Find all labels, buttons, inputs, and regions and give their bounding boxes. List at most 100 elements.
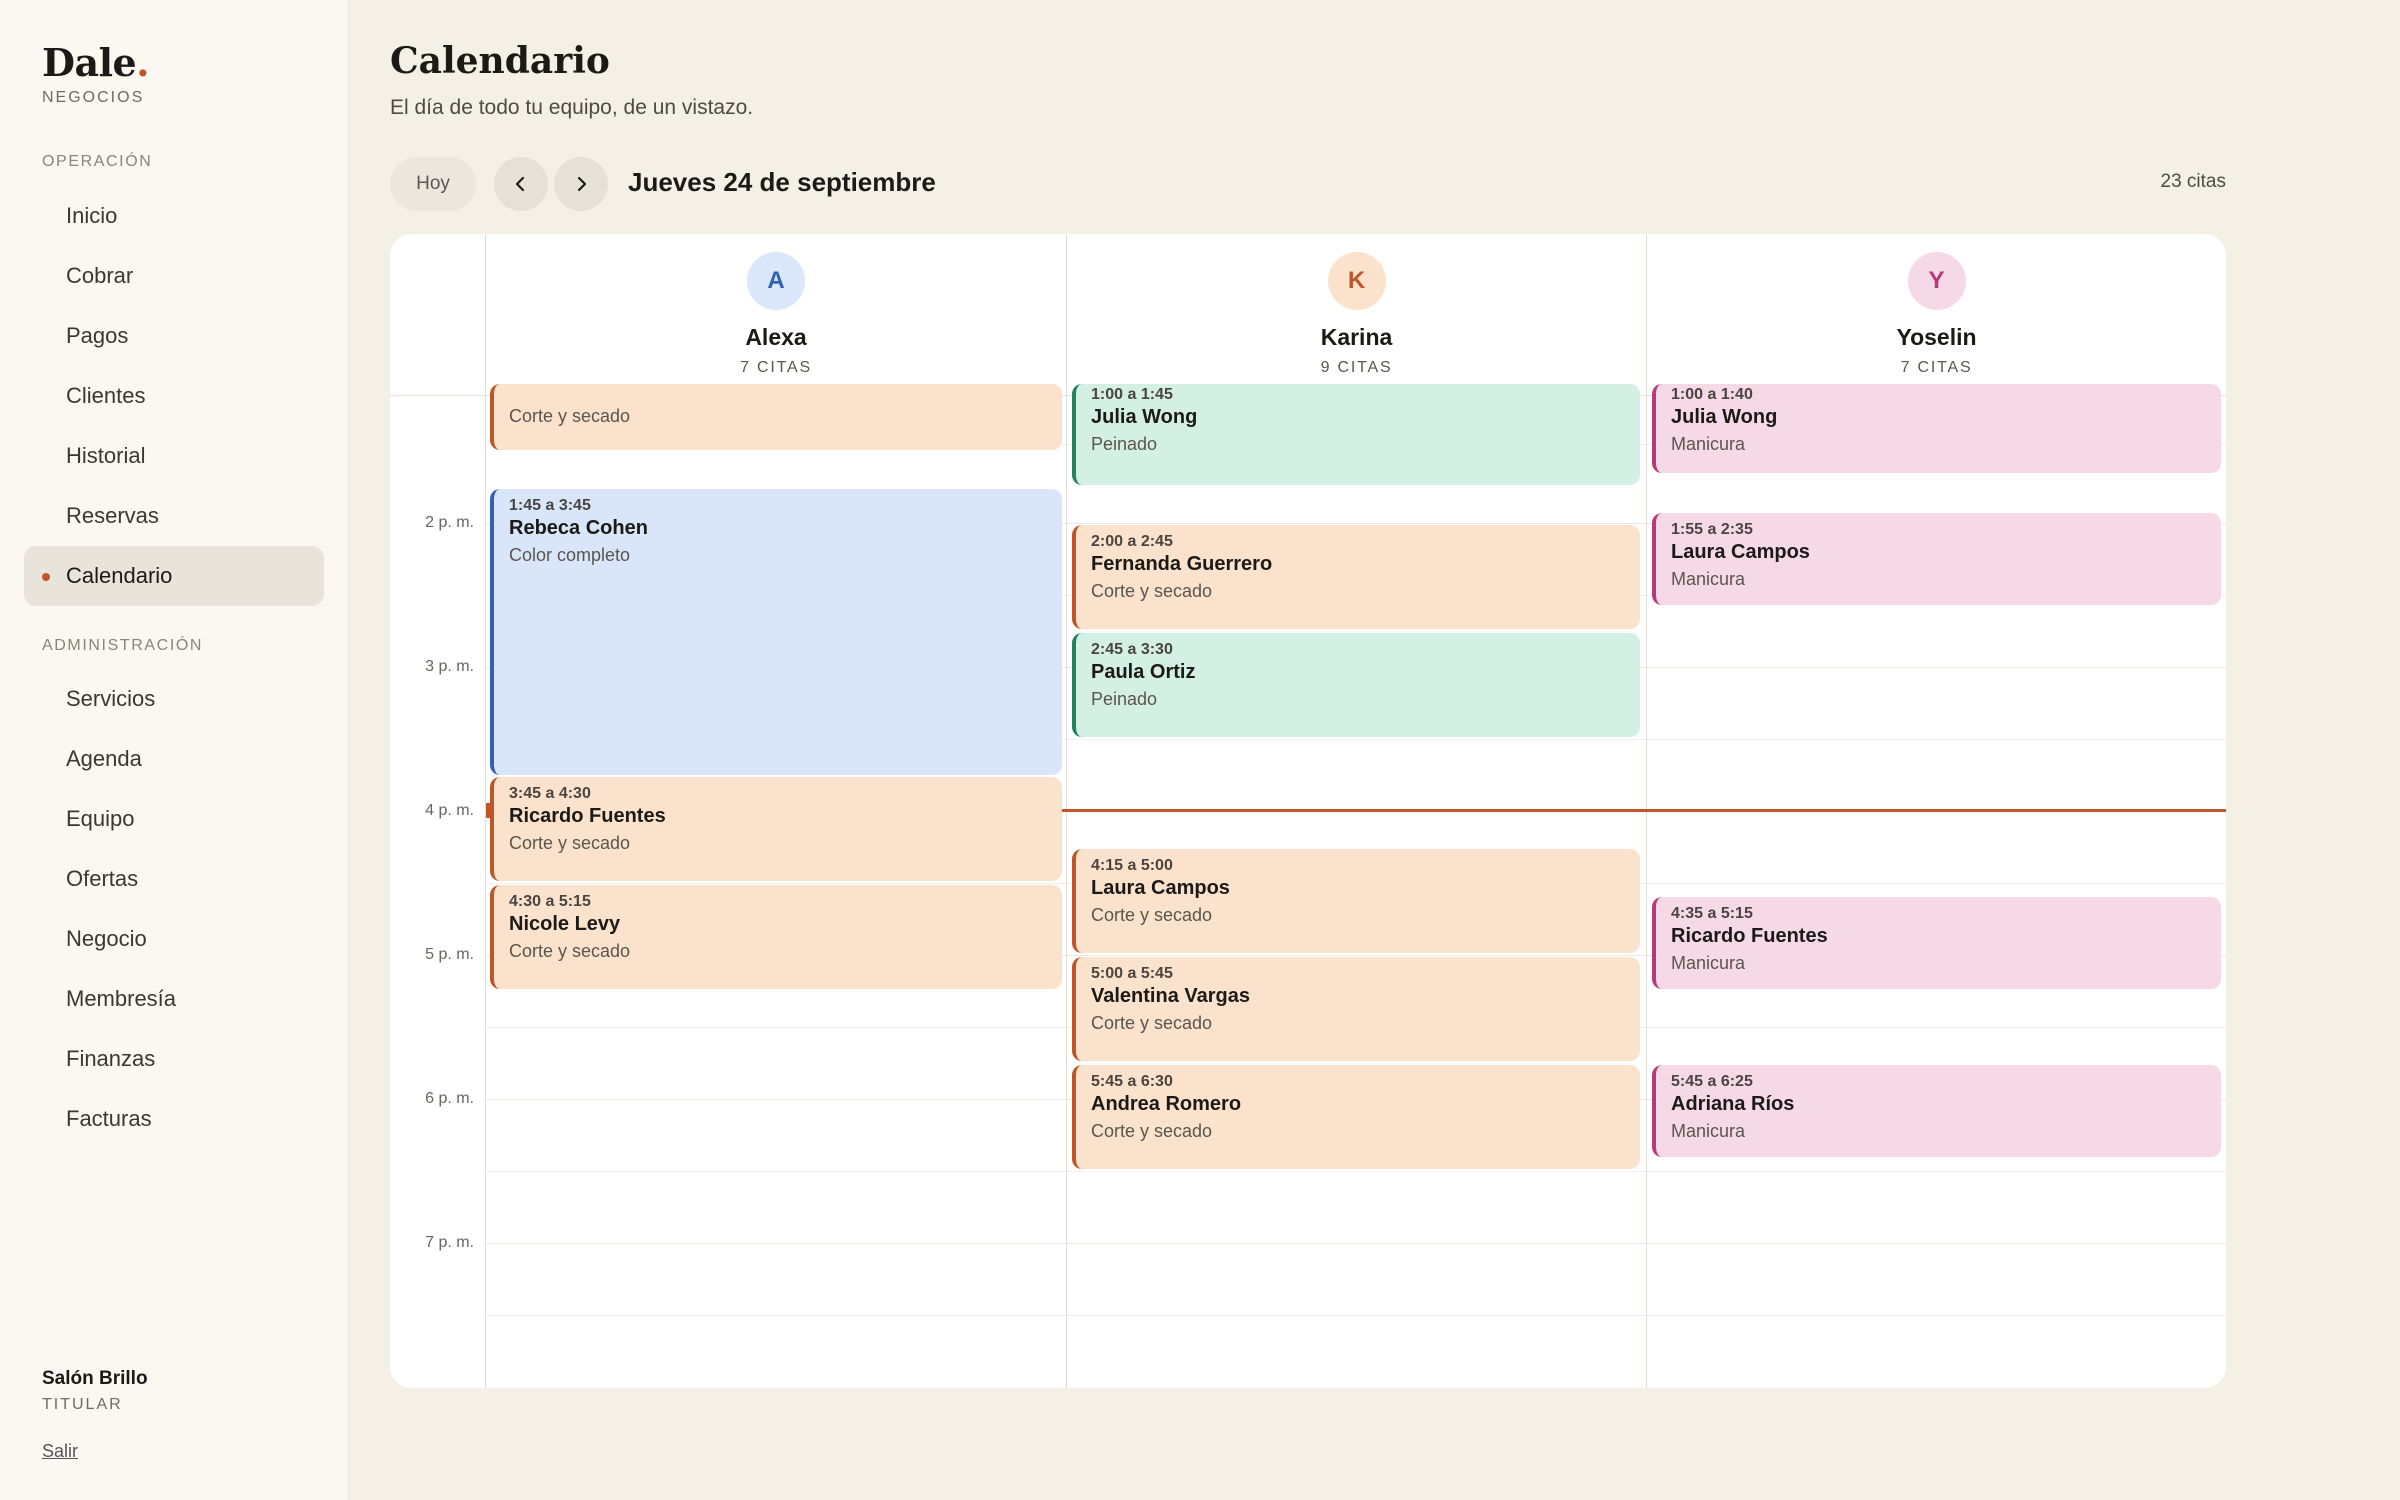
- sidebar-item-label: Calendario: [66, 563, 173, 588]
- appointment-time: 1:00 a 1:40: [1671, 386, 1753, 403]
- hour-label: 3 p. m.: [425, 658, 474, 675]
- appointment-time: 4:35 a 5:15: [1671, 905, 1753, 922]
- sidebar-item-label: Reservas: [66, 503, 159, 528]
- chevron-right-icon: [577, 176, 587, 192]
- sidebar-item-label: Finanzas: [66, 1046, 156, 1071]
- sidebar-item-label: Inicio: [66, 203, 118, 228]
- sidebar-item-historial[interactable]: Historial: [24, 426, 324, 486]
- appointment-client: Nicole Levy: [509, 913, 621, 935]
- staff-appointments-count: 7 CITAS: [1900, 359, 1973, 376]
- appointment-client: Julia Wong: [1671, 406, 1778, 428]
- sidebar-item-clientes[interactable]: Clientes: [24, 366, 324, 426]
- sidebar-item-label: Historial: [66, 443, 146, 468]
- appointment-time: 1:45 a 3:45: [509, 497, 591, 514]
- account-info: Salón Brillo TITULAR: [42, 1368, 148, 1414]
- grid-line: [486, 1243, 2226, 1244]
- sidebar-item-label: Negocio: [66, 926, 147, 951]
- sidebar: Dale. NEGOCIOS OPERACIÓN Inicio Cobrar P…: [0, 0, 349, 1500]
- staff-appointments-count: 7 CITAS: [740, 359, 812, 376]
- brand-logo[interactable]: Dale. NEGOCIOS: [42, 40, 149, 107]
- sidebar-item-label: Servicios: [66, 686, 156, 711]
- business-name: Salón Brillo: [42, 1368, 148, 1389]
- appointment-time: 3:45 a 4:30: [509, 785, 591, 802]
- sidebar-item-servicios[interactable]: Servicios: [24, 669, 324, 729]
- grid-line: [486, 1171, 2226, 1172]
- appointment-service: Corte y secado: [1091, 905, 1213, 925]
- sidebar-item-membresia[interactable]: Membresía: [24, 969, 324, 1029]
- appointment-card[interactable]: 5:00 a 5:45 Valentina Vargas Corte y sec…: [1072, 957, 1640, 1061]
- sidebar-item-agenda[interactable]: Agenda: [24, 729, 324, 789]
- appointment-service: Corte y secado: [509, 406, 631, 426]
- sidebar-item-inicio[interactable]: Inicio: [24, 186, 324, 246]
- sidebar-item-label: Agenda: [66, 746, 142, 771]
- appointment-service: Corte y secado: [509, 833, 631, 853]
- appointment-card[interactable]: 3:45 a 4:30 Ricardo Fuentes Corte y seca…: [490, 777, 1062, 881]
- appointment-client: Valentina Vargas: [1091, 985, 1250, 1007]
- account-role: TITULAR: [42, 1396, 123, 1413]
- appointment-card[interactable]: 4:35 a 5:15 Ricardo Fuentes Manicura: [1652, 897, 2221, 989]
- sidebar-item-finanzas[interactable]: Finanzas: [24, 1029, 324, 1089]
- sidebar-item-negocio[interactable]: Negocio: [24, 909, 324, 969]
- hour-label: 5 p. m.: [425, 946, 474, 963]
- appointment-service: Corte y secado: [509, 941, 631, 961]
- avatar: A: [747, 252, 805, 310]
- avatar: K: [1327, 252, 1386, 310]
- appointment-card[interactable]: 4:15 a 5:00 Laura Campos Corte y secado: [1072, 849, 1640, 953]
- sidebar-item-label: Pagos: [66, 323, 129, 348]
- staff-name: Karina: [1320, 324, 1393, 350]
- page-subtitle: El día de todo tu equipo, de un vistazo.: [390, 96, 754, 119]
- appointment-client: Fernanda Guerrero: [1091, 553, 1273, 575]
- hour-label: 6 p. m.: [425, 1090, 474, 1107]
- appointment-card[interactable]: Corte y secado: [490, 384, 1062, 450]
- sidebar-item-equipo[interactable]: Equipo: [24, 789, 324, 849]
- appointment-client: Julia Wong: [1091, 406, 1198, 428]
- appointment-client: Rebeca Cohen: [509, 517, 648, 539]
- appointment-client: Ricardo Fuentes: [509, 805, 666, 827]
- appointment-time: 5:00 a 5:45: [1091, 965, 1173, 982]
- logout-link[interactable]: Salir: [42, 1441, 78, 1462]
- hour-label: 4 p. m.: [425, 802, 474, 819]
- appointment-service: Peinado: [1091, 434, 1158, 454]
- appointment-service: Manicura: [1671, 953, 1746, 973]
- avatar: Y: [1907, 252, 1966, 310]
- prev-day-button[interactable]: [494, 157, 548, 211]
- appointment-card[interactable]: 1:00 a 1:45 Julia Wong Peinado: [1072, 384, 1640, 485]
- appointment-card[interactable]: 1:00 a 1:40 Julia Wong Manicura: [1652, 384, 2221, 473]
- sidebar-item-label: Cobrar: [66, 263, 134, 288]
- today-button[interactable]: Hoy: [390, 157, 476, 211]
- appointment-time: 5:45 a 6:30: [1091, 1073, 1173, 1090]
- staff-header-yoselin[interactable]: Y Yoselin 7 CITAS: [1647, 234, 2226, 396]
- appointment-time: 1:55 a 2:35: [1671, 521, 1753, 538]
- appointment-service: Color completo: [509, 545, 631, 565]
- next-day-button[interactable]: [554, 157, 608, 211]
- sidebar-item-pagos[interactable]: Pagos: [24, 306, 324, 366]
- staff-header-karina[interactable]: K Karina 9 CITAS: [1067, 234, 1646, 396]
- appointment-card[interactable]: 1:45 a 3:45 Rebeca Cohen Color completo: [490, 489, 1062, 775]
- sidebar-item-facturas[interactable]: Facturas: [24, 1089, 324, 1149]
- appointment-card[interactable]: 2:00 a 2:45 Fernanda Guerrero Corte y se…: [1072, 525, 1640, 629]
- appointment-card[interactable]: 1:55 a 2:35 Laura Campos Manicura: [1652, 513, 2221, 605]
- current-time-line: [1062, 809, 2226, 812]
- staff-header-alexa[interactable]: A Alexa 7 CITAS: [486, 234, 1066, 396]
- appointment-card[interactable]: 4:30 a 5:15 Nicole Levy Corte y secado: [490, 885, 1062, 989]
- chevron-left-icon: [515, 176, 525, 192]
- appointment-time: 1:00 a 1:45: [1091, 386, 1173, 403]
- staff-name: Yoselin: [1896, 324, 1977, 350]
- sidebar-item-calendario[interactable]: Calendario: [24, 546, 324, 606]
- sidebar-item-label: Ofertas: [66, 866, 139, 891]
- appointment-client: Laura Campos: [1091, 877, 1230, 899]
- appointment-card[interactable]: 2:45 a 3:30 Paula Ortiz Peinado: [1072, 633, 1640, 737]
- sidebar-item-label: Facturas: [66, 1106, 152, 1131]
- sidebar-item-cobrar[interactable]: Cobrar: [24, 246, 324, 306]
- hour-label: 2 p. m.: [425, 514, 474, 531]
- sidebar-item-reservas[interactable]: Reservas: [24, 486, 324, 546]
- sidebar-item-ofertas[interactable]: Ofertas: [24, 849, 324, 909]
- appointment-client: Paula Ortiz: [1091, 661, 1196, 683]
- appointment-service: Peinado: [1091, 689, 1158, 709]
- hour-label: 7 p. m.: [425, 1234, 474, 1251]
- appointment-card[interactable]: 5:45 a 6:30 Andrea Romero Corte y secado: [1072, 1065, 1640, 1169]
- current-date: Jueves 24 de septiembre: [628, 167, 936, 197]
- staff-appointments-count: 9 CITAS: [1320, 359, 1393, 376]
- appointment-card[interactable]: 5:45 a 6:25 Adriana Ríos Manicura: [1652, 1065, 2221, 1157]
- brand-name: Dale: [42, 40, 137, 85]
